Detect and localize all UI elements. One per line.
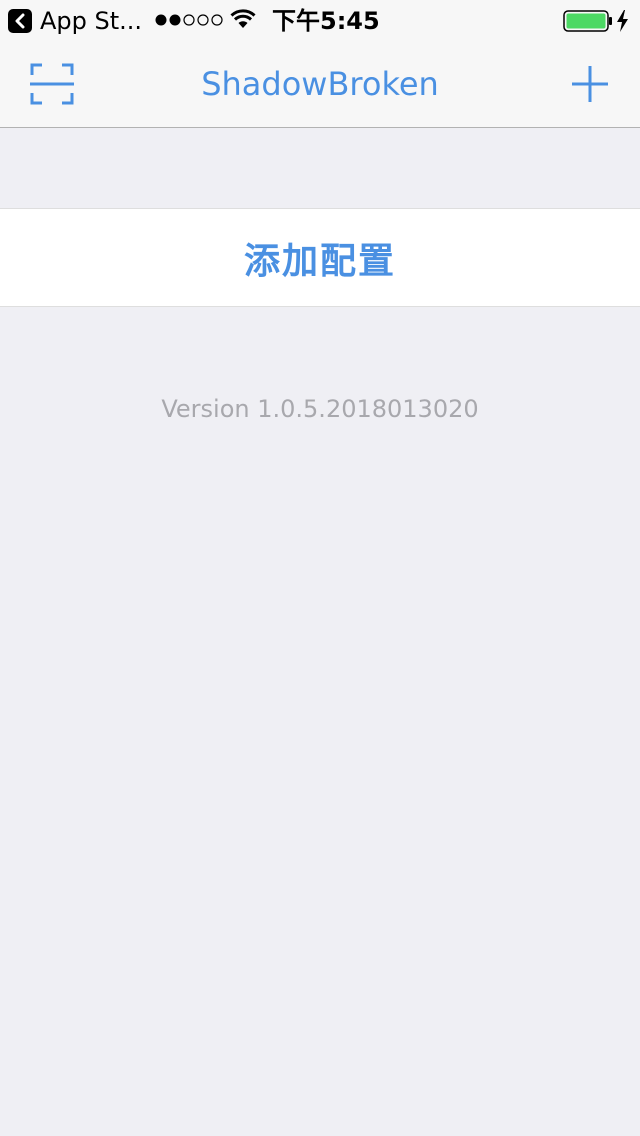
scan-icon bbox=[30, 63, 74, 105]
nav-title: ShadowBroken bbox=[201, 65, 439, 103]
add-button[interactable] bbox=[560, 54, 620, 114]
back-to-app-button[interactable] bbox=[8, 9, 32, 33]
add-config-button[interactable]: 添加配置 bbox=[0, 208, 640, 307]
status-time: 下午5:45 bbox=[272, 7, 380, 35]
scan-qr-button[interactable] bbox=[22, 54, 82, 114]
back-app-label[interactable]: App St... bbox=[40, 6, 142, 36]
version-label: Version 1.0.5.2018013020 bbox=[161, 395, 479, 423]
cellular-signal-icon bbox=[155, 14, 223, 26]
chevron-left-icon bbox=[15, 13, 25, 29]
wifi-icon bbox=[230, 9, 256, 28]
navigation-bar: ShadowBroken bbox=[0, 40, 640, 128]
status-bar: App St... 下午5:45 bbox=[0, 0, 640, 40]
plus-icon bbox=[572, 66, 608, 102]
charging-bolt-icon bbox=[617, 10, 628, 32]
add-config-label: 添加配置 bbox=[243, 240, 396, 282]
app-screen: App St... 下午5:45 ShadowBroken 添加配置 Versi… bbox=[0, 0, 640, 1136]
battery-icon bbox=[563, 10, 612, 32]
